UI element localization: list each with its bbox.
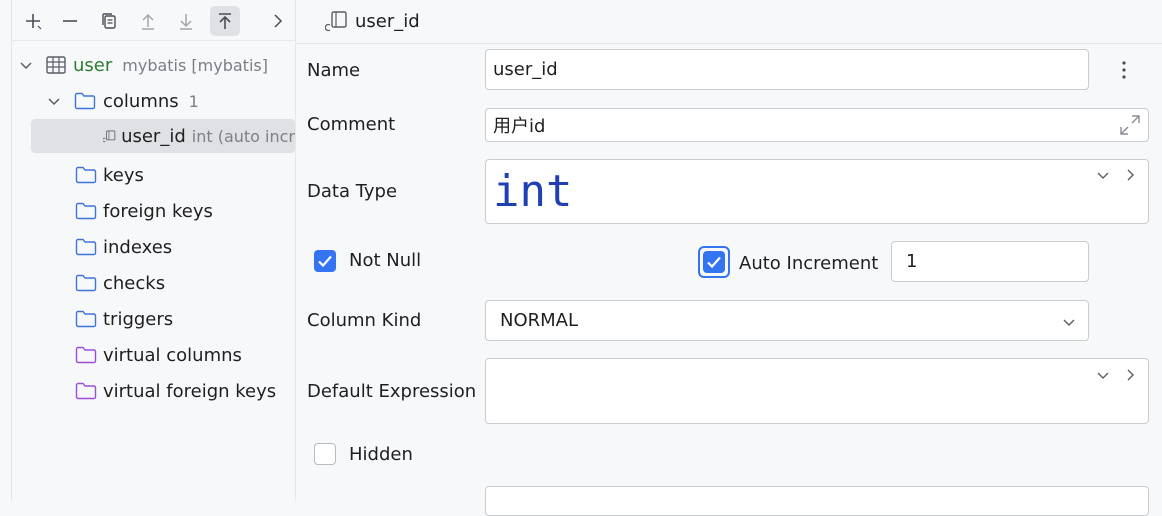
hidden-label: Hidden: [349, 444, 413, 465]
column-icon: [325, 11, 347, 32]
tree-folder-checks[interactable]: checks: [75, 265, 276, 301]
folder-icon: [74, 92, 96, 110]
tree-folder-list: keys foreign keys indexes checks trigger…: [75, 157, 276, 409]
hidden-checkbox[interactable]: [314, 443, 336, 465]
expand-button[interactable]: [1118, 113, 1142, 137]
auto-increment-focus-ring: [698, 246, 730, 278]
move-top-button[interactable]: [210, 6, 240, 36]
more-options-button[interactable]: [1114, 58, 1134, 82]
check-icon: [707, 256, 721, 269]
move-up-button[interactable]: [133, 6, 163, 36]
folder-icon: [75, 238, 97, 256]
default-expression-label: Default Expression: [307, 381, 477, 402]
name-label: Name: [307, 60, 361, 81]
columns-count: 1: [188, 91, 199, 111]
folder-icon: [75, 202, 97, 220]
move-top-icon: [219, 13, 231, 29]
column-kind-value: NORMAL: [500, 310, 579, 331]
duplicate-button[interactable]: [94, 6, 124, 36]
table-name: user: [73, 54, 113, 76]
folder-icon: [75, 310, 97, 328]
move-down-button[interactable]: [171, 6, 201, 36]
folder-label: checks: [103, 272, 166, 294]
chevron-down-icon[interactable]: [1095, 367, 1111, 383]
table-icon: [46, 56, 66, 74]
remove-button[interactable]: [55, 6, 85, 36]
toolbar-divider: [12, 40, 295, 41]
more-vertical-icon: [1122, 61, 1126, 79]
check-icon: [318, 255, 332, 268]
next-field-input[interactable]: [485, 486, 1149, 516]
tree-folder-indexes[interactable]: indexes: [75, 229, 276, 265]
add-button[interactable]: [18, 6, 48, 36]
tree-column-user-id[interactable]: user_id int (auto incr: [31, 119, 295, 153]
column-type: int (auto incr: [191, 126, 295, 146]
chevron-right-icon: [274, 14, 283, 28]
auto-increment-value: 1: [906, 251, 918, 272]
table-schema: mybatis [mybatis]: [122, 55, 268, 75]
column-name: user_id: [121, 125, 186, 147]
chevron-down-icon[interactable]: [1061, 314, 1077, 330]
auto-increment-label: Auto Increment: [739, 253, 879, 274]
add-icon: [26, 14, 42, 30]
name-value: user_id: [493, 59, 558, 80]
move-down-icon: [180, 14, 192, 30]
editor-title: user_id: [355, 10, 420, 32]
folder-label: foreign keys: [103, 200, 213, 222]
tree-folder-virtual-columns[interactable]: virtual columns: [75, 337, 276, 373]
folder-label: indexes: [103, 236, 173, 258]
data-type-value: int: [493, 165, 573, 217]
chevron-right-icon[interactable]: [1122, 167, 1138, 183]
folder-label: triggers: [103, 308, 174, 330]
data-type-label: Data Type: [307, 181, 398, 202]
folder-label: columns: [103, 90, 179, 112]
not-null-checkbox[interactable]: [314, 250, 336, 272]
auto-increment-checkbox[interactable]: [703, 251, 725, 273]
folder-icon: [75, 274, 97, 292]
column-kind-label: Column Kind: [307, 310, 422, 331]
comment-value: 用户id: [493, 116, 546, 137]
move-up-icon: [142, 13, 154, 30]
column-icon: [103, 130, 116, 143]
header-divider: [296, 43, 1162, 44]
tree-folder-foreign-keys[interactable]: foreign keys: [75, 193, 276, 229]
editor-header: user_id: [325, 10, 420, 32]
chevron-down-icon: [20, 62, 32, 70]
toolbar-more-button[interactable]: [266, 6, 290, 36]
comment-input[interactable]: 用户id: [485, 108, 1149, 142]
tree-table-user[interactable]: user mybatis [mybatis]: [18, 49, 268, 81]
virtual-folder-icon: [75, 346, 97, 364]
left-edge-divider: [11, 0, 12, 501]
chevron-down-icon: [48, 98, 60, 106]
remove-icon: [63, 20, 77, 22]
duplicate-icon: [102, 13, 116, 29]
not-null-label: Not Null: [349, 250, 422, 271]
name-input[interactable]: user_id: [485, 49, 1089, 90]
folder-icon: [75, 166, 97, 184]
folder-label: keys: [103, 164, 144, 186]
data-type-input[interactable]: int: [485, 159, 1149, 224]
virtual-folder-icon: [75, 382, 97, 400]
tree-folder-triggers[interactable]: triggers: [75, 301, 276, 337]
folder-label: virtual columns: [103, 344, 242, 366]
tree-folder-virtual-foreign-keys[interactable]: virtual foreign keys: [75, 373, 276, 409]
chevron-right-icon[interactable]: [1122, 367, 1138, 383]
tree-folder-columns[interactable]: columns 1: [46, 85, 199, 117]
comment-label: Comment: [307, 114, 396, 135]
chevron-down-icon[interactable]: [1095, 167, 1111, 183]
default-expression-input[interactable]: [485, 358, 1149, 424]
folder-label: virtual foreign keys: [103, 380, 277, 402]
tree-folder-keys[interactable]: keys: [75, 157, 276, 193]
column-kind-select[interactable]: NORMAL: [485, 300, 1089, 341]
expand-icon: [1120, 115, 1140, 135]
auto-increment-input[interactable]: 1: [891, 241, 1089, 282]
